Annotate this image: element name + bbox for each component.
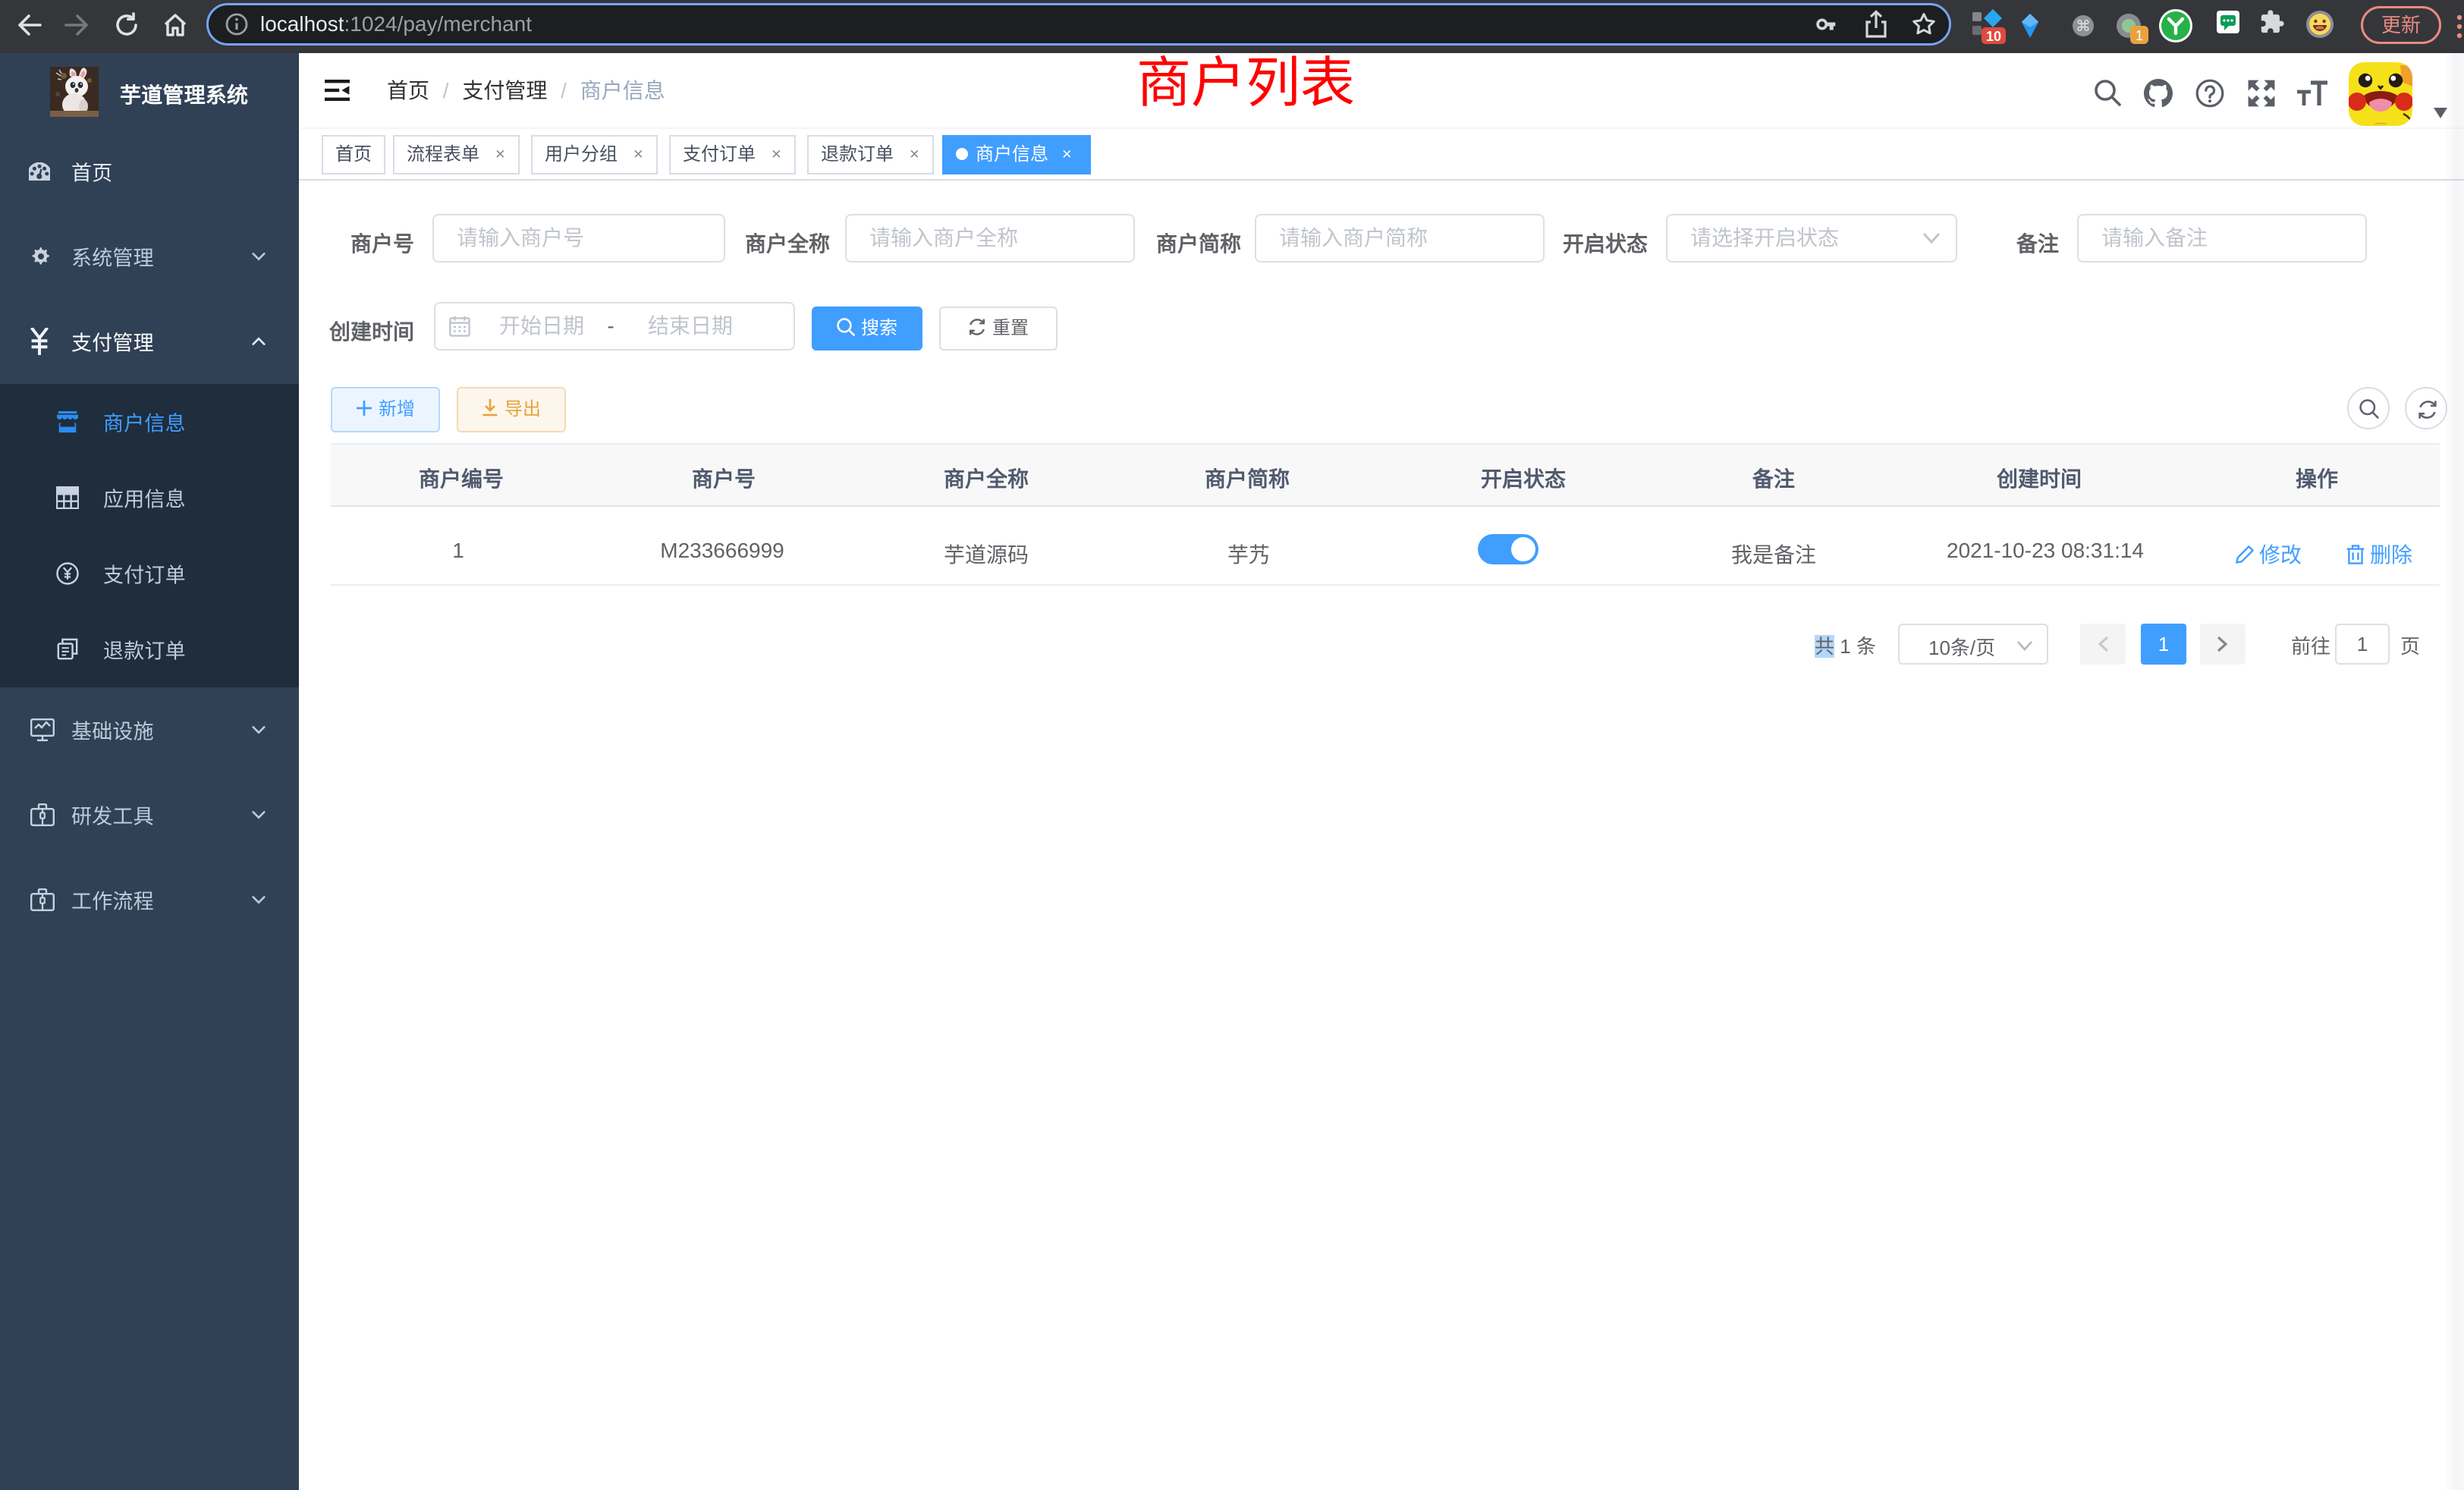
- svg-text:⌘: ⌘: [2076, 18, 2091, 35]
- svg-text:1: 1: [2136, 28, 2143, 43]
- svg-text:10: 10: [1986, 29, 2001, 44]
